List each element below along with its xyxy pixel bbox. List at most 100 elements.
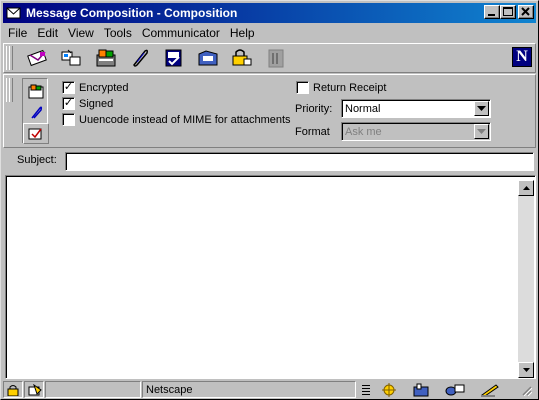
signed-checkbox[interactable]: ✓	[62, 97, 75, 110]
status-grip	[359, 381, 373, 398]
chevron-down-icon	[477, 129, 486, 134]
minimize-icon	[488, 14, 495, 16]
composer-icon	[480, 383, 499, 397]
stop-icon	[268, 49, 284, 68]
status-text: Netscape	[146, 383, 193, 396]
format-value: Ask me	[345, 125, 382, 138]
signed-option[interactable]: ✓ Signed	[62, 97, 113, 110]
priority-dropdown-button[interactable]	[474, 101, 489, 116]
vertical-scrollbar[interactable]	[518, 180, 534, 378]
scroll-up-button[interactable]	[518, 180, 534, 196]
maximize-icon	[503, 7, 513, 16]
options-grip[interactable]	[6, 78, 13, 144]
signed-label: Signed	[79, 97, 114, 110]
format-select[interactable]: Ask me	[341, 122, 491, 141]
attach-button[interactable]	[128, 47, 152, 69]
navigator-icon	[382, 382, 396, 397]
encrypted-option[interactable]: ✓ Encrypted	[62, 81, 129, 94]
address-icon	[96, 49, 116, 67]
menu-file-label: File	[8, 26, 28, 40]
save-icon	[198, 50, 218, 66]
message-icon	[6, 6, 22, 20]
netscape-logo[interactable]: N	[512, 47, 532, 67]
menu-help[interactable]: Help	[225, 26, 260, 40]
uuencode-checkbox[interactable]	[62, 113, 75, 126]
attach-icon	[133, 49, 148, 67]
message-body[interactable]	[5, 175, 536, 379]
close-icon	[521, 7, 530, 16]
encrypted-label: Encrypted	[79, 81, 129, 94]
subject-label: Subject:	[17, 154, 57, 166]
grip-icon	[362, 384, 370, 395]
lock-icon	[7, 384, 19, 396]
send-button[interactable]	[26, 47, 50, 69]
lock-status[interactable]	[3, 381, 23, 398]
discussion-button[interactable]	[441, 381, 467, 398]
priority-value: Normal	[345, 102, 381, 115]
return-receipt-label: Return Receipt	[313, 81, 387, 94]
format-dropdown-button[interactable]	[474, 124, 489, 139]
close-button[interactable]	[518, 5, 534, 19]
paperclip-icon	[31, 106, 43, 119]
options-panel: ✓ Encrypted ✓ Signed Uuencode instead of…	[3, 74, 536, 148]
send-icon	[27, 49, 47, 67]
tab-attachments[interactable]	[23, 102, 49, 123]
subject-input[interactable]	[65, 152, 534, 171]
menu-communicator-label: Communicator	[141, 26, 220, 40]
maximize-button[interactable]	[500, 5, 516, 19]
security-status[interactable]	[24, 381, 44, 398]
menu-tools[interactable]: Tools	[99, 26, 137, 40]
address-button[interactable]	[94, 47, 118, 69]
minimize-button[interactable]	[484, 5, 500, 19]
priority-select[interactable]: Normal	[341, 99, 491, 118]
tab-address[interactable]	[23, 81, 49, 102]
mailbox-icon	[413, 383, 429, 396]
menu-view-label: View	[68, 26, 94, 40]
spelling-button[interactable]	[162, 47, 186, 69]
menu-edit-label: Edit	[37, 26, 59, 40]
title-bar[interactable]: Message Composition - Composition	[3, 3, 536, 23]
composer-button[interactable]	[477, 381, 501, 398]
menu-file[interactable]: File	[3, 26, 32, 40]
mailbox-button[interactable]	[409, 381, 431, 398]
discussion-icon	[445, 384, 465, 395]
signed-icon	[28, 383, 42, 395]
menu-view[interactable]: View	[63, 26, 99, 40]
uuencode-option[interactable]: Uuencode instead of MIME for attachments	[62, 113, 291, 126]
toolbar-grip[interactable]	[6, 46, 13, 70]
security-button[interactable]	[230, 47, 254, 69]
menu-help-label: Help	[229, 26, 255, 40]
encrypted-checkbox[interactable]: ✓	[62, 81, 75, 94]
menu-edit[interactable]: Edit	[32, 26, 63, 40]
toolbar: N	[3, 43, 536, 73]
quote-button[interactable]	[60, 47, 84, 69]
resize-grip-icon	[522, 385, 532, 396]
menu-tools-label: Tools	[103, 26, 132, 40]
return-receipt-checkbox[interactable]	[296, 81, 309, 94]
format-label: Format	[295, 126, 330, 138]
resize-grip[interactable]	[517, 381, 533, 398]
compose-tabstrip	[22, 78, 49, 144]
arrow-up-icon	[522, 186, 530, 190]
save-button[interactable]	[196, 47, 220, 69]
security-icon	[232, 49, 252, 66]
uuencode-label: Uuencode instead of MIME for attachments	[79, 113, 291, 126]
priority-label: Priority:	[295, 103, 333, 115]
chevron-down-icon	[477, 106, 486, 111]
status-text-panel: Netscape	[142, 381, 356, 398]
spelling-icon	[165, 49, 182, 67]
window-title: Message Composition - Composition	[26, 6, 238, 20]
status-bar: Netscape	[3, 381, 536, 399]
stop-button[interactable]	[264, 47, 288, 69]
quote-icon	[61, 49, 81, 66]
tab-options[interactable]	[23, 123, 49, 144]
return-receipt-option[interactable]: Return Receipt	[296, 81, 386, 94]
options-card-icon	[28, 128, 42, 140]
menu-bar: File Edit View Tools Communicator Help	[3, 24, 260, 42]
address-card-icon	[28, 84, 44, 99]
arrow-down-icon	[522, 368, 530, 372]
progress-panel	[45, 381, 141, 398]
menu-communicator[interactable]: Communicator	[137, 26, 225, 40]
navigator-button[interactable]	[377, 381, 399, 398]
scroll-down-button[interactable]	[518, 362, 534, 378]
